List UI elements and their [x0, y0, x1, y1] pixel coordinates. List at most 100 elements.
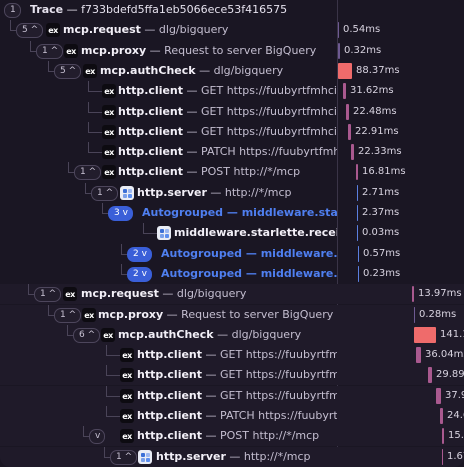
duration-bar[interactable]	[338, 22, 339, 38]
expand-toggle[interactable]: 1 ^	[34, 287, 62, 302]
span-row[interactable]: exhttp.client — PATCH https://fuubyrtfmh…	[0, 142, 464, 162]
duration-bar[interactable]	[357, 205, 358, 221]
duration-label: 15.8	[448, 430, 464, 441]
span-op: mcp.proxy	[81, 44, 147, 57]
span-row[interactable]: exhttp.client — GET https://fuubyrtfmhci…	[0, 102, 464, 122]
span-label: mcp.authCheck — dlg/bigquery	[118, 328, 301, 342]
duration-bar[interactable]	[436, 388, 441, 404]
duration-label: 16.81ms	[362, 166, 406, 177]
span-op: http.client	[118, 165, 184, 178]
python-server-icon	[138, 450, 152, 464]
span-label: http.server — http://*/mcp	[156, 450, 311, 464]
span-description: PATCH https://fuubyrtfmhcikxds	[201, 145, 337, 158]
separator: —	[202, 389, 221, 402]
duration-bar[interactable]	[348, 124, 351, 140]
autogroup-row[interactable]: 2 v Autogrouped — middleware.starlett 0.57…	[0, 244, 464, 264]
span-row[interactable]: 6 ^exmcp.authCheck — dlg/bigquery 141.1	[0, 325, 464, 345]
duration-label: 88.37ms	[356, 65, 400, 76]
span-row[interactable]: middleware.starlette.receive — R 0.03ms	[0, 223, 464, 243]
separator: —	[163, 308, 182, 321]
duration-bar[interactable]	[346, 104, 349, 120]
trace-row[interactable]: 1 Trace — f733bdefd5ffa1eb5066ece53f4165…	[0, 0, 464, 20]
tree-connector	[88, 122, 89, 132]
expand-toggle[interactable]: 5 ^	[16, 23, 44, 38]
span-row[interactable]: 1 ^ ex mcp.proxy — Request to server BigQu…	[0, 305, 464, 325]
span-row[interactable]: 1 ^ ex http.client — POST http://*/mcp 16.8…	[0, 162, 464, 182]
span-op: mcp.request	[63, 23, 141, 36]
duration-bar[interactable]	[338, 63, 352, 79]
duration-bar[interactable]	[357, 225, 358, 241]
span-description: POST http://*/mcp	[220, 429, 320, 442]
span-row[interactable]: exhttp.client — GET https://fuubyrtfmhci…	[0, 345, 464, 365]
span-row[interactable]: exhttp.client — PATCH https://fuubyrtfmh…	[0, 406, 464, 426]
span-description: Request to server BigQuery	[181, 308, 334, 321]
duration-bar[interactable]	[357, 185, 358, 201]
autogroup-title: Autogrouped — middleware.starlett	[161, 267, 337, 280]
expand-toggle[interactable]: 2 v	[127, 267, 152, 282]
span-row[interactable]: 1 ^ ex mcp.proxy — Request to server BigQu…	[0, 41, 464, 61]
expand-toggle[interactable]: 1 ^	[36, 44, 64, 59]
expand-toggle[interactable]: 3 v	[108, 206, 133, 221]
duration-bar[interactable]	[412, 286, 414, 302]
duration-bar[interactable]	[351, 144, 354, 160]
span-row[interactable]: 5 ^ ex mcp.request — dlg/bigquery 0.54ms	[0, 20, 464, 40]
exosphere-logo-icon: ex	[83, 64, 97, 78]
separator: —	[195, 64, 214, 77]
duration-bar[interactable]	[358, 266, 359, 282]
duration-label: 29.89m	[436, 369, 464, 380]
separator: —	[213, 328, 232, 341]
span-description: GET https://fuubyrtfmhcikxdszm	[201, 105, 337, 118]
span-row[interactable]: 1 ^ http.server — http://*/mcp 1.67	[0, 447, 464, 467]
tree-connector	[10, 20, 11, 30]
duration-bar[interactable]	[414, 327, 436, 343]
expand-toggle[interactable]: 1 ^	[91, 186, 119, 201]
expand-toggle[interactable]: 6 ^	[73, 328, 101, 343]
expand-toggle[interactable]: 1 ^	[54, 308, 82, 323]
autogroup-row[interactable]: 3 v Autogrouped — middleware.starlette 2.3…	[0, 203, 464, 223]
span-op: http.client	[137, 389, 203, 402]
span-row[interactable]: exhttp.client — GET https://fuubyrtfmhci…	[0, 365, 464, 385]
expand-toggle[interactable]: 1 ^	[110, 450, 138, 465]
span-row[interactable]: 1 ^ ex mcp.request — dlg/bigquery 13.97ms	[0, 284, 464, 304]
expand-toggle[interactable]: 2 v	[127, 247, 152, 262]
autogroup-title: Autogrouped — middleware.starlette	[142, 206, 337, 219]
duration-bar[interactable]	[442, 449, 443, 465]
duration-bar[interactable]	[414, 307, 415, 323]
duration-bar[interactable]	[358, 246, 359, 262]
exosphere-logo-icon: ex	[102, 165, 116, 179]
span-row[interactable]: exhttp.client — GET https://fuubyrtfmhci…	[0, 81, 464, 101]
duration-bar[interactable]	[416, 347, 421, 363]
autogroup-row[interactable]: 2 v Autogrouped — middleware.starlett 0.23…	[0, 264, 464, 284]
trace-waterfall: 1 Trace — f733bdefd5ffa1eb5066ece53f4165…	[0, 0, 464, 467]
span-description: GET https://fuubyrtfmhcikxdszm	[201, 125, 337, 138]
autogroup-title: Autogrouped — middleware.starlett	[161, 247, 337, 260]
span-row[interactable]: vexhttp.client — POST http://*/mcp 15.8	[0, 426, 464, 446]
expand-toggle[interactable]: v	[89, 429, 106, 444]
trace-toggle[interactable]: 1	[4, 3, 21, 18]
duration-bar[interactable]	[338, 43, 340, 59]
span-label: http.client — GET https://fuubyrtfmhcikx…	[137, 368, 337, 382]
span-row[interactable]: exhttp.client — GET https://fuubyrtfmhci…	[0, 386, 464, 406]
span-row[interactable]: 5 ^ ex mcp.authCheck — dlg/bigquery 88.37ms	[0, 61, 464, 81]
duration-bar[interactable]	[356, 164, 358, 180]
duration-bar[interactable]	[343, 83, 346, 99]
span-row[interactable]: exhttp.client — GET https://fuubyrtfmhci…	[0, 122, 464, 142]
span-op: http.client	[118, 145, 184, 158]
span-description: GET https://fuubyrtfmhcikxd	[220, 389, 337, 402]
span-label: http.client — GET https://fuubyrtfmhcikx…	[118, 125, 337, 139]
span-op: http.client	[118, 105, 184, 118]
exosphere-logo-icon: ex	[102, 105, 116, 119]
expand-toggle[interactable]: 1 ^	[74, 165, 102, 180]
span-description: GET https://fuubyrtfmhcikxdszn	[201, 84, 337, 97]
tree-connector	[106, 416, 120, 417]
expand-toggle[interactable]: 5 ^	[54, 64, 82, 79]
span-row[interactable]: 1 ^ http.server — http://*/mcp 2.71ms	[0, 183, 464, 203]
duration-label: 0.03ms	[362, 227, 400, 238]
duration-bar[interactable]	[440, 408, 443, 424]
span-label: mcp.request — dlg/bigquery	[63, 23, 228, 37]
duration-bar[interactable]	[442, 428, 444, 444]
tree-connector	[143, 223, 144, 233]
span-description: GET https://fuubyrtfmhcikxd	[220, 368, 337, 381]
span-op: mcp.authCheck	[100, 64, 196, 77]
duration-bar[interactable]	[428, 367, 432, 383]
